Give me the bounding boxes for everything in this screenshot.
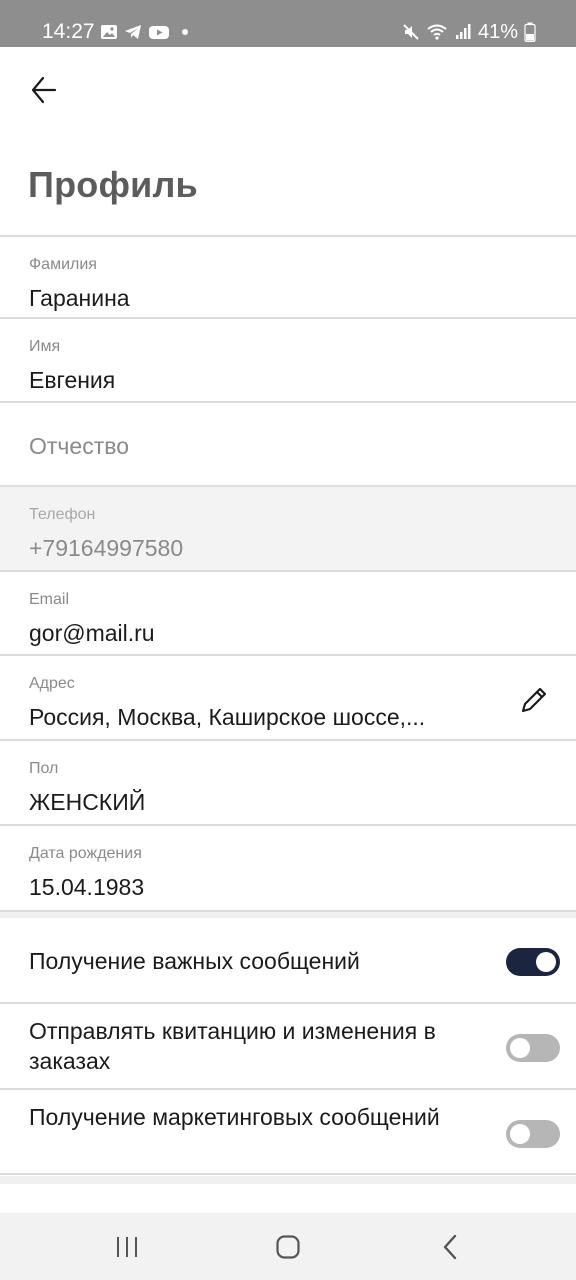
home-icon [276,1235,300,1259]
signal-icon [455,24,471,39]
gallery-icon [101,25,117,39]
dot-icon [182,29,188,35]
last-name-field[interactable]: Фамилия Гаранина [0,235,576,317]
notification-icons [100,22,188,42]
chevron-left-icon [443,1234,457,1260]
profile-fields: Фамилия Гаранина Имя Евгения Отчество Те… [0,235,576,1175]
last-name-value: Гаранина [29,285,130,311]
toggle-row-receipt[interactable]: Отправлять квитанцию и изменения в заказ… [0,1004,576,1090]
recent-apps-button[interactable] [105,1227,149,1267]
email-field[interactable]: Email gor@mail.ru [0,570,576,654]
gender-label: Пол [29,760,59,777]
telegram-icon [125,25,141,39]
birth-date-value: 15.04.1983 [29,874,145,900]
marketing-messages-label: Получение маркетинговых сообщений [29,1104,440,1130]
switch-knob [536,952,556,972]
gender-field[interactable]: Пол ЖЕНСКИЙ [0,739,576,824]
recent-apps-icon [117,1237,137,1257]
pencil-icon [521,687,547,713]
first-name-field[interactable]: Имя Евгения [0,317,576,401]
first-name-label: Имя [29,338,61,355]
status-bar: 14:27 41% [0,0,576,47]
status-time: 14:27 [42,20,95,43]
phone-label: Телефон [29,506,96,523]
switch-knob [510,1124,530,1144]
youtube-icon [149,26,169,39]
address-label: Адрес [29,675,75,692]
battery-icon [524,22,536,42]
toggle-row-important[interactable]: Получение важных сообщений [0,918,576,1004]
arrow-left-icon [31,76,57,104]
important-messages-switch[interactable] [506,948,560,976]
wifi-icon [427,24,447,40]
battery-percent: 41% [477,20,518,43]
edit-address-button[interactable] [516,682,552,718]
email-label: Email [29,591,70,608]
system-nav-bar [0,1213,576,1280]
system-icons: 41% [402,20,536,44]
receipt-changes-switch[interactable] [506,1034,560,1062]
back-nav-button[interactable] [428,1227,472,1267]
section-divider [0,910,576,918]
birth-date-label: Дата рождения [29,845,142,862]
last-name-label: Фамилия [29,256,97,273]
important-messages-label: Получение важных сообщений [29,948,360,974]
gender-value: ЖЕНСКИЙ [29,789,146,815]
receipt-changes-label: Отправлять квитанцию и изменения в заказ… [29,1018,436,1074]
toggle-row-marketing[interactable]: Получение маркетинговых сообщений [0,1090,576,1175]
bottom-divider [0,1176,576,1184]
page-title: Профиль [28,164,198,205]
switch-knob [510,1038,530,1058]
middle-name-field[interactable]: Отчество [0,401,576,485]
back-button[interactable] [22,68,66,112]
home-button[interactable] [266,1227,310,1267]
mute-icon [403,24,419,40]
email-value: gor@mail.ru [29,620,155,646]
address-value: Россия, Москва, Каширское шоссе,... [29,704,426,730]
birth-date-field[interactable]: Дата рождения 15.04.1983 [0,824,576,910]
marketing-messages-switch[interactable] [506,1120,560,1148]
middle-name-placeholder: Отчество [29,433,129,459]
first-name-value: Евгения [29,367,116,393]
phone-field: Телефон +79164997580 [0,485,576,570]
phone-value: +79164997580 [29,535,184,561]
address-field[interactable]: Адрес Россия, Москва, Каширское шоссе,..… [0,654,576,739]
